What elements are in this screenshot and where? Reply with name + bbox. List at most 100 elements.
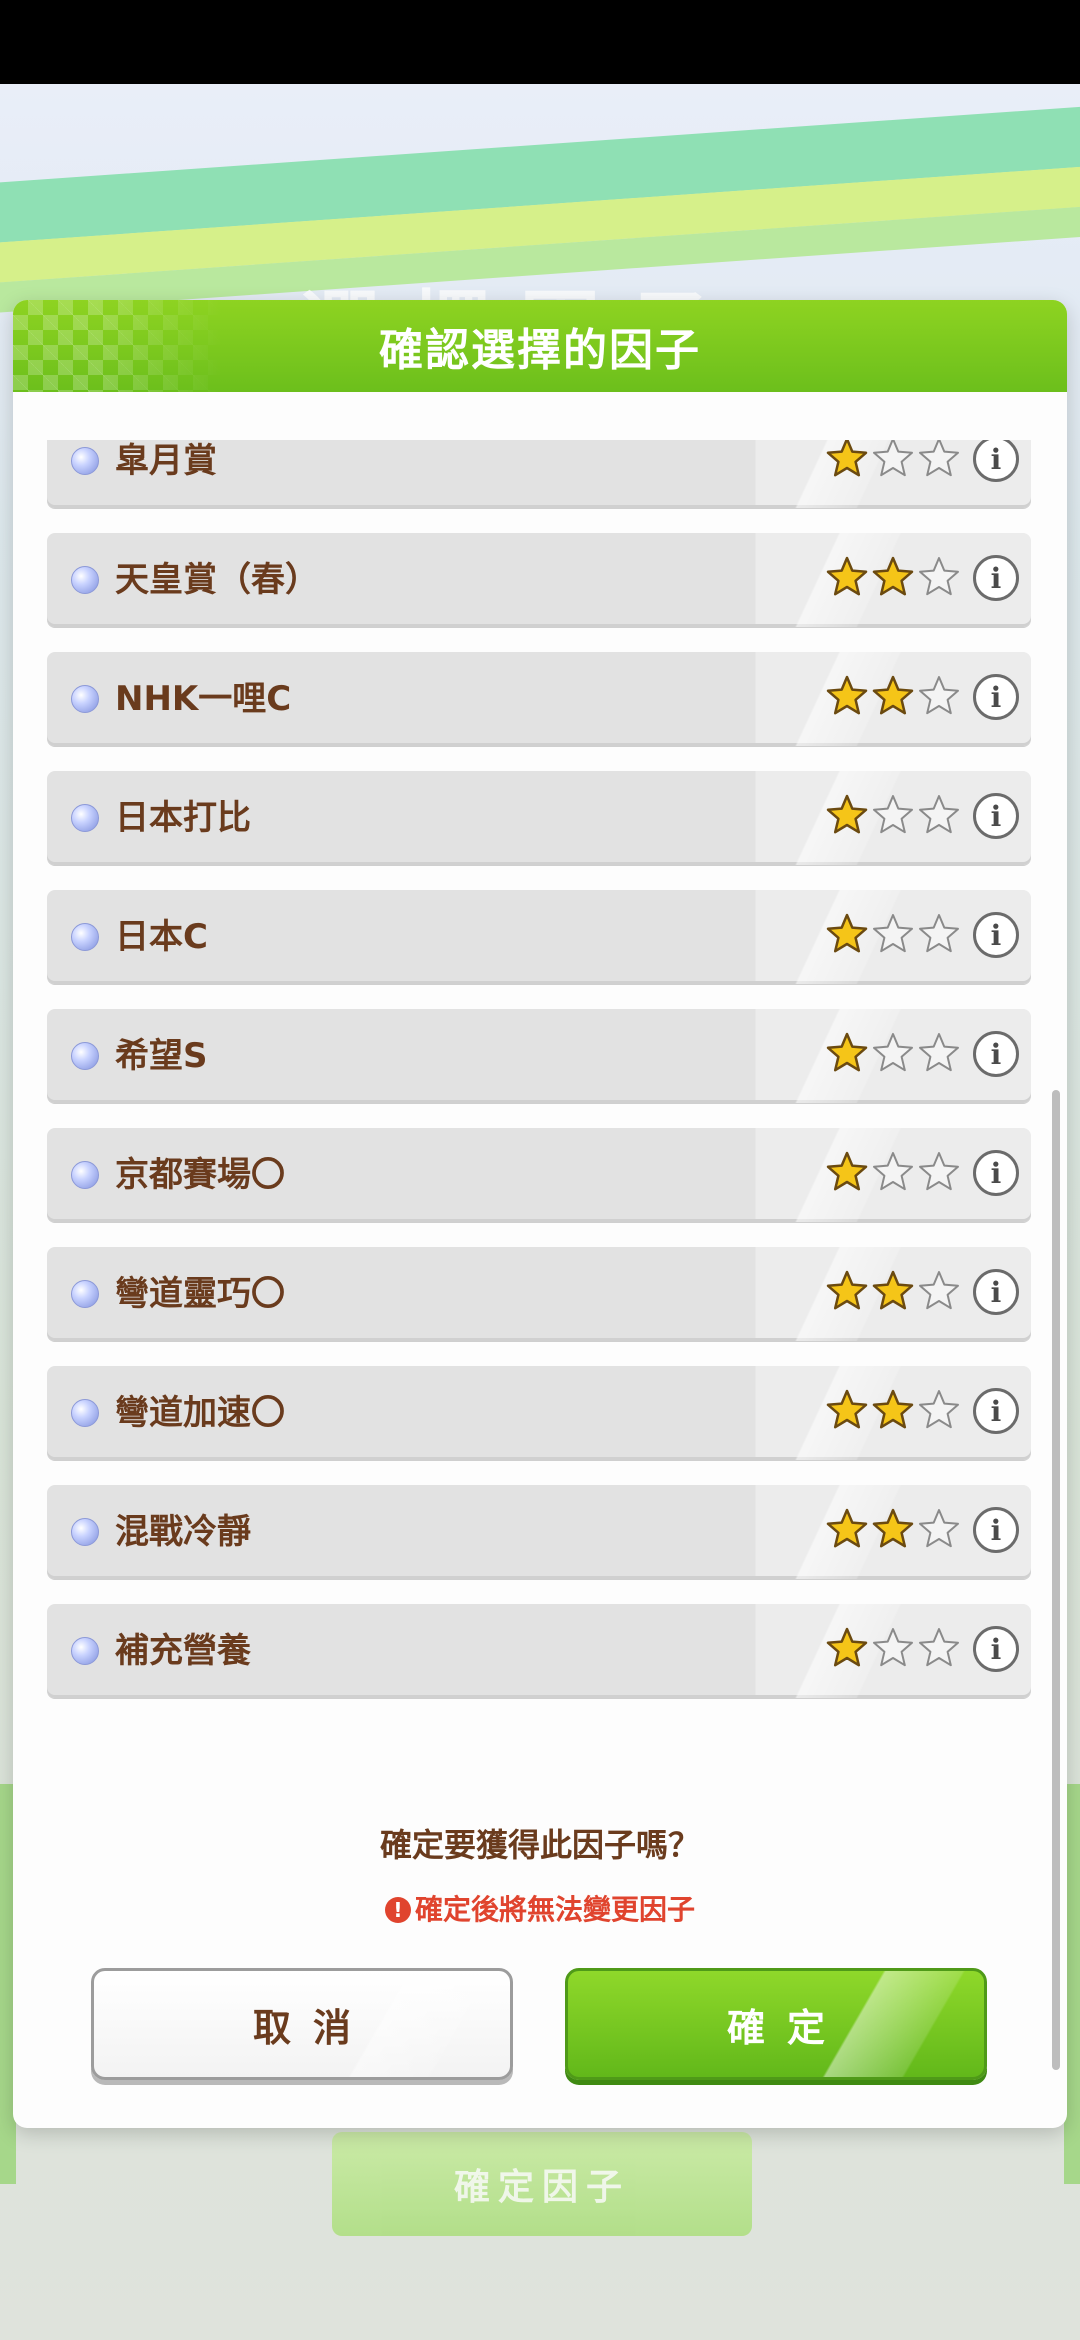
info-icon[interactable]: i <box>973 1388 1019 1434</box>
star-empty-icon <box>919 440 959 477</box>
info-icon[interactable]: i <box>973 440 1019 482</box>
info-icon[interactable]: i <box>973 555 1019 601</box>
star-filled-icon <box>826 794 868 834</box>
bullet-icon <box>71 566 99 594</box>
info-icon[interactable]: i <box>973 1031 1019 1077</box>
factor-name: 京都賽場〇 <box>115 1155 285 1195</box>
factor-row[interactable]: 日本C i <box>47 890 1031 984</box>
star-filled-icon <box>826 1151 868 1191</box>
factor-row[interactable]: 彎道靈巧〇 i <box>47 1247 1031 1341</box>
info-icon[interactable]: i <box>973 1626 1019 1672</box>
bullet-icon <box>71 1280 99 1308</box>
star-empty-icon <box>919 1390 959 1429</box>
confirm-warning: ! 確定後將無法變更因子 <box>13 1888 1067 1928</box>
factor-row[interactable]: 彎道加速〇 i <box>47 1366 1031 1460</box>
factor-stars <box>825 1031 961 1081</box>
star-empty-icon <box>919 557 959 596</box>
bullet-icon <box>71 923 99 951</box>
factor-name: 日本C <box>115 917 208 957</box>
star-empty-icon <box>919 1271 959 1310</box>
star-empty-icon <box>873 914 913 953</box>
factor-row[interactable]: 京都賽場〇 i <box>47 1128 1031 1222</box>
star-filled-icon <box>826 1627 868 1667</box>
star-empty-icon <box>919 1152 959 1191</box>
factor-name: 希望S <box>115 1036 208 1076</box>
bullet-icon <box>71 1161 99 1189</box>
star-filled-icon <box>872 556 914 596</box>
factor-stars <box>825 1388 961 1438</box>
header-pattern <box>13 300 223 392</box>
factor-name: 補充營養 <box>115 1631 251 1671</box>
star-filled-icon <box>872 1508 914 1548</box>
info-icon[interactable]: i <box>973 1507 1019 1553</box>
star-empty-icon <box>873 795 913 834</box>
star-filled-icon <box>826 556 868 596</box>
factor-row[interactable]: 希望S i <box>47 1009 1031 1103</box>
star-filled-icon <box>826 440 868 477</box>
factor-name: 日本打比 <box>115 798 251 838</box>
info-icon[interactable]: i <box>973 912 1019 958</box>
factor-stars <box>825 440 961 486</box>
info-icon[interactable]: i <box>973 793 1019 839</box>
bullet-icon <box>71 685 99 713</box>
star-empty-icon <box>919 1509 959 1548</box>
factor-stars <box>825 793 961 843</box>
factor-name: NHK一哩C <box>115 679 292 719</box>
cancel-button[interactable]: 取消 <box>91 1968 513 2080</box>
star-filled-icon <box>826 675 868 715</box>
confirm-button[interactable]: 確定 <box>565 1968 987 2080</box>
factor-row[interactable]: NHK一哩C i <box>47 652 1031 746</box>
info-icon[interactable]: i <box>973 674 1019 720</box>
star-filled-icon <box>872 675 914 715</box>
factor-row[interactable]: 混戰冷靜 i <box>47 1485 1031 1579</box>
factor-row[interactable]: 天皇賞（春） i <box>47 533 1031 627</box>
bullet-icon <box>71 804 99 832</box>
star-filled-icon <box>826 1389 868 1429</box>
dialog-title: 確認選擇的因子 <box>379 325 701 376</box>
bullet-icon <box>71 1637 99 1665</box>
info-icon[interactable]: i <box>973 1150 1019 1196</box>
star-empty-icon <box>873 1152 913 1191</box>
info-icon[interactable]: i <box>973 1269 1019 1315</box>
confirm-button-label: 確定 <box>726 2005 847 2050</box>
star-filled-icon <box>826 913 868 953</box>
star-empty-icon <box>919 1033 959 1072</box>
factor-name: 皐月賞 <box>115 441 217 481</box>
background-confirm-factor-button: 確定因子 <box>332 2132 752 2236</box>
factor-name: 彎道靈巧〇 <box>115 1274 285 1314</box>
factor-stars <box>825 1269 961 1319</box>
star-empty-icon <box>919 795 959 834</box>
factor-name: 混戰冷靜 <box>115 1512 251 1552</box>
star-empty-icon <box>919 914 959 953</box>
star-empty-icon <box>919 676 959 715</box>
exclamation-icon: ! <box>384 1897 411 1923</box>
star-empty-icon <box>873 1033 913 1072</box>
factor-list[interactable]: 皐月賞 i 天皇賞（春） i NHK一哩C i 日本打比 i 日本C i 希望S i 京都賽場〇 i 彎道靈… <box>43 440 1055 1700</box>
star-empty-icon <box>873 440 913 477</box>
star-empty-icon <box>873 1628 913 1667</box>
dialog-header: 確認選擇的因子 <box>13 300 1067 392</box>
factor-name: 天皇賞（春） <box>115 560 319 600</box>
factor-stars <box>825 912 961 962</box>
status-bar <box>0 0 1080 84</box>
factor-stars <box>825 1150 961 1200</box>
factor-stars <box>825 1626 961 1676</box>
confirm-question: 確定要獲得此因子嗎？ <box>379 1826 700 1864</box>
factor-row[interactable]: 補充營養 i <box>47 1604 1031 1698</box>
warning-text: 確定後將無法變更因子 <box>414 1893 695 1926</box>
factor-row[interactable]: 皐月賞 i <box>47 440 1031 508</box>
cancel-button-label: 取消 <box>252 2005 373 2050</box>
factor-name: 彎道加速〇 <box>115 1393 285 1433</box>
star-empty-icon <box>919 1628 959 1667</box>
confirm-factor-dialog: 確認選擇的因子 皐月賞 i 天皇賞（春） i NHK一哩C i 日本打比 i 日本C i 希望S i 京… <box>13 300 1067 2128</box>
star-filled-icon <box>872 1389 914 1429</box>
factor-list-content: 皐月賞 i 天皇賞（春） i NHK一哩C i 日本打比 i 日本C i 希望S i 京都賽場〇 i 彎道靈… <box>43 440 1043 1700</box>
factor-stars <box>825 555 961 605</box>
bullet-icon <box>71 1042 99 1070</box>
bullet-icon <box>71 1399 99 1427</box>
star-filled-icon <box>872 1270 914 1310</box>
bullet-icon <box>71 1518 99 1546</box>
factor-row[interactable]: 日本打比 i <box>47 771 1031 865</box>
factor-stars <box>825 1507 961 1557</box>
star-filled-icon <box>826 1508 868 1548</box>
